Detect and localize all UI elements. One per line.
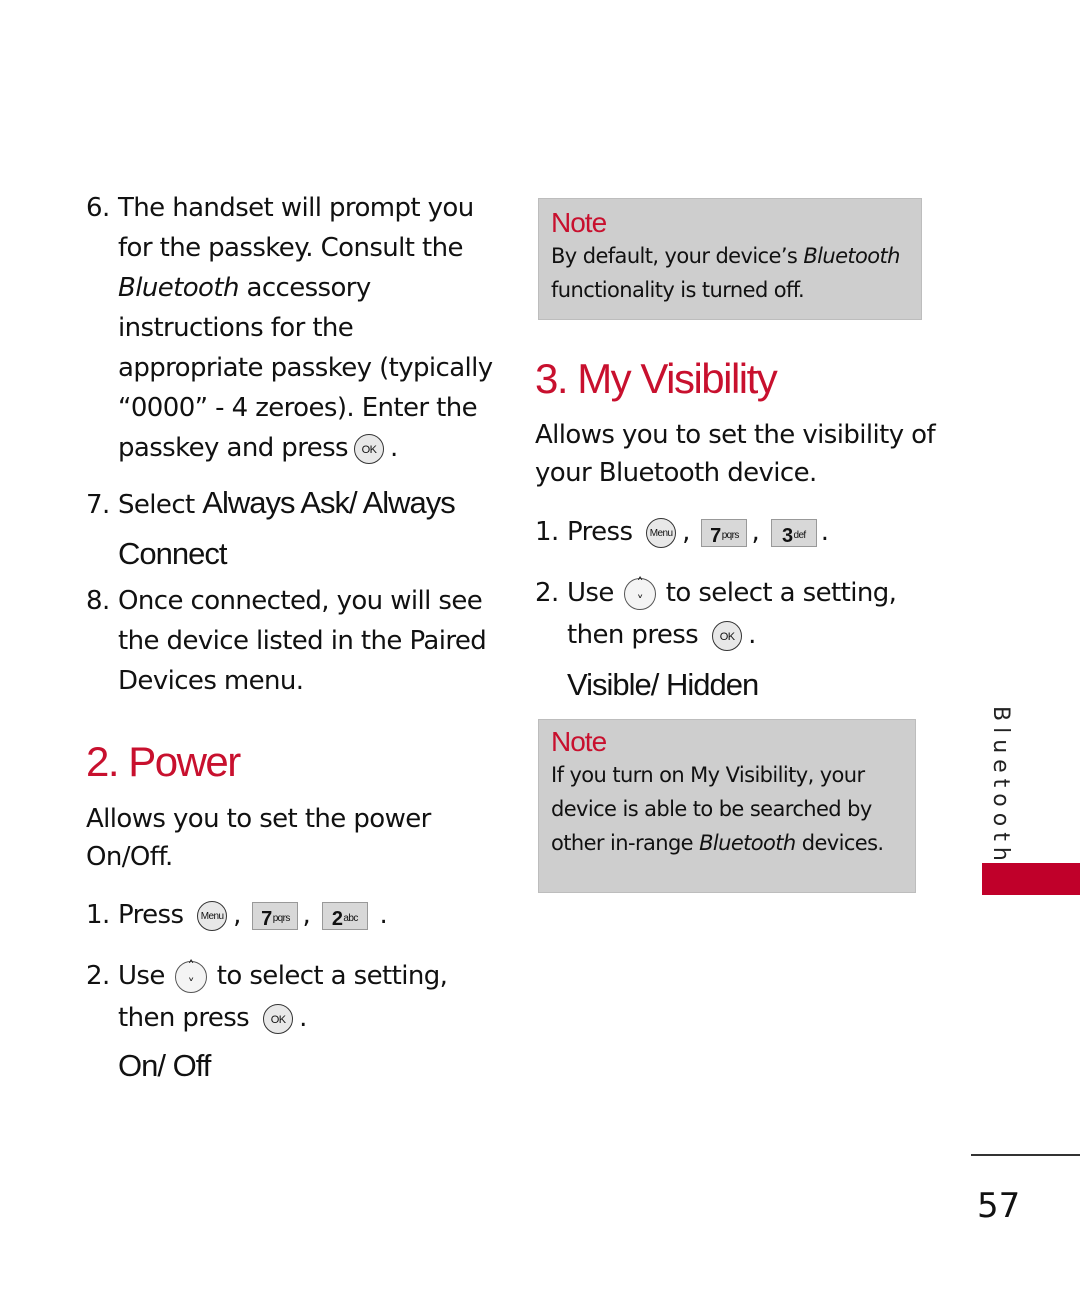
footer-rule — [971, 1154, 1080, 1156]
menu-key-icon: Menu — [646, 517, 677, 548]
step-6-line-2: for the passkey. Consult the — [118, 233, 464, 263]
step-7-line-1: 7. Select Always Ask/ Always — [86, 485, 456, 520]
visibility-step-2: 2.Useto select a setting, then pressOK. — [535, 572, 897, 656]
step-6-line-7: passkey and press OK. — [118, 433, 398, 464]
note-box-default: Note By default, your device’s Bluetooth… — [538, 198, 922, 320]
ok-key-icon: OK — [712, 620, 743, 651]
note-title: Note — [551, 207, 607, 238]
menu-key-icon: Menu — [197, 900, 228, 931]
visibility-options: Visible/ Hidden — [567, 667, 759, 702]
step-number: 6. — [86, 193, 110, 223]
my-visibility-heading: 3. My Visibility — [535, 355, 778, 402]
step-6-line-5: appropriate passkey (typically — [118, 353, 493, 383]
key-7-icon: 7pqrs — [252, 901, 299, 930]
step-8: 8. Once connected, you will see the devic… — [86, 581, 506, 701]
key-3-icon: 3def — [770, 518, 817, 547]
navigation-key-icon — [174, 960, 207, 993]
side-tab-label: Bluetooth® — [988, 706, 1014, 878]
step-6: 6. The handset will prompt you for the pa… — [86, 188, 506, 468]
ok-key-icon: OK — [263, 1003, 294, 1034]
ok-key-icon: OK — [354, 433, 384, 464]
step-8-line-3: Devices menu. — [118, 666, 304, 696]
power-options: On/ Off — [118, 1048, 211, 1083]
note-title: Note — [551, 726, 607, 757]
power-description: Allows you to set the power On/Off. — [86, 804, 431, 872]
visibility-step-1: 1. Press Menu, 7pqrs, 3def. — [535, 517, 829, 548]
step-7: 7. Select Always Ask/ Always Connect — [86, 482, 506, 579]
step-6-line-4: instructions for the — [118, 313, 354, 343]
step-6-line-6: “0000” - 4 zeroes). Enter the — [118, 393, 478, 423]
navigation-key-icon — [623, 577, 656, 610]
visibility-description: Allows you to set the visibility of your… — [535, 420, 936, 488]
note-box-visibility: Note If you turn on My Visibility, your … — [538, 719, 916, 893]
step-8-line-1: 8. Once connected, you will see — [86, 586, 483, 616]
key-7-icon: 7pqrs — [701, 518, 748, 547]
step-6-line-3: Bluetooth accessory — [118, 273, 371, 303]
option-always-ask-always: Always Ask/ Always — [202, 485, 455, 520]
power-step-1: 1. Press Menu, 7pqrs, 2abc . — [86, 900, 388, 931]
power-heading: 2. Power — [86, 738, 241, 785]
step-6-line-1: 6. The handset will prompt you — [86, 188, 506, 228]
side-tab-accent-bar — [982, 863, 1080, 895]
page-number: 57 — [977, 1186, 1021, 1226]
key-2-icon: 2abc — [321, 901, 368, 930]
note-body: By default, your device’s Bluetooth func… — [551, 244, 900, 302]
option-connect: Connect — [118, 536, 227, 571]
step-8-line-2: the device listed in the Paired — [118, 626, 487, 656]
power-step-2: 2.Useto select a setting, then pressOK. — [86, 955, 448, 1039]
note-body: If you turn on My Visibility, your devic… — [551, 763, 884, 855]
